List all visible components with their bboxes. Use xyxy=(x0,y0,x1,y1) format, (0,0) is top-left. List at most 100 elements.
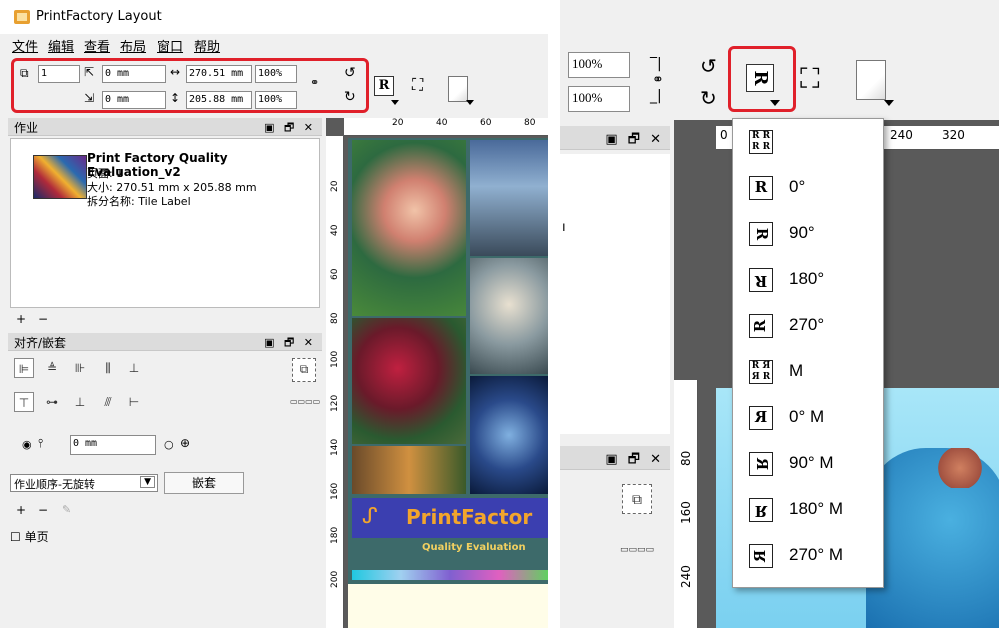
rotation-option-label: 90° xyxy=(789,223,815,242)
ruler-h-label: 60 xyxy=(480,118,492,128)
rotation-auto-icon: R RR R xyxy=(749,130,773,154)
rotation-dropdown-caret[interactable] xyxy=(770,100,780,106)
image-tile-fruit xyxy=(352,318,466,444)
align-remove-button[interactable]: − xyxy=(38,503,48,517)
ruler-vertical-zoomed: 80 160 240 xyxy=(674,380,698,628)
ruler-v-label: 160 xyxy=(330,482,340,500)
rotation-option-label: 0° M xyxy=(789,407,825,426)
rotate-ccw-icon[interactable]: ↺ xyxy=(700,54,717,78)
distribute-v-icon[interactable]: ⫻ xyxy=(98,392,118,412)
image-coral xyxy=(930,448,990,488)
color-strip xyxy=(352,570,548,580)
scale-width-field-zoomed[interactable]: 100% xyxy=(568,52,630,78)
rotate-270-icon: R xyxy=(749,314,773,338)
page-dropdown-caret[interactable] xyxy=(466,100,474,105)
gap-radio-selected[interactable]: ◉ xyxy=(22,438,32,451)
nest-group-icon[interactable]: ⧉ xyxy=(622,484,652,514)
rotation-option-label: 270° xyxy=(789,315,825,334)
ruler-v-label: 140 xyxy=(330,438,340,456)
page-dropdown-caret[interactable] xyxy=(884,100,894,106)
align-bottom-icon[interactable]: ⊥ xyxy=(70,392,90,412)
app-icon xyxy=(14,10,30,24)
menu-layout[interactable]: 布局 xyxy=(120,36,146,55)
align-top-icon[interactable]: ⊤ xyxy=(14,392,34,412)
image-tile-geyser xyxy=(470,140,548,256)
align-center-v-icon[interactable]: ⊶ xyxy=(42,392,62,412)
ruler-v-label: 120 xyxy=(330,394,340,412)
job-remove-button[interactable]: − xyxy=(38,312,48,326)
single-page-checkbox[interactable]: ☐ 单页 xyxy=(10,528,49,545)
brand-tagline-bar: Quality Evaluation xyxy=(352,538,548,564)
nest-group-icon[interactable]: ⧉ xyxy=(292,358,316,382)
panel-window-icons[interactable]: ▣ 🗗 ✕ xyxy=(605,130,664,152)
align-panel-header-partial: ▣ 🗗 ✕ xyxy=(560,446,670,470)
nest-button[interactable]: 嵌套 xyxy=(164,472,244,494)
gap-radio-unselected[interactable]: ○ xyxy=(164,438,174,451)
menu-view[interactable]: 查看 xyxy=(84,36,110,55)
job-list: Print Factory Quality Evaluation_v2 页面: … xyxy=(10,138,320,308)
fit-to-page-icon[interactable]: ⛶ xyxy=(412,77,423,93)
menu-edit[interactable]: 编辑 xyxy=(48,36,74,55)
rotate-90-icon: R xyxy=(749,222,773,246)
rotation-option-mirror[interactable]: R ЯЯ R M xyxy=(733,349,883,395)
left-screenshot: PrintFactory Layout 文件 编辑 查看 布局 窗口 帮助 ⧉ … xyxy=(0,0,548,628)
gap-field[interactable]: 0 mm xyxy=(70,435,156,455)
chevron-down-icon[interactable]: ▼ xyxy=(140,476,155,488)
rotation-option-90[interactable]: R 90° xyxy=(733,211,883,257)
rotate-0-icon: R xyxy=(749,176,773,200)
print-page[interactable]: ᔑ PrintFactor Quality Evaluation xyxy=(348,138,548,628)
menu-help[interactable]: 帮助 xyxy=(194,36,220,55)
ruler-v-label: 80 xyxy=(679,450,693,466)
link-top-bracket-icon: ‾| xyxy=(650,56,662,72)
rotation-button[interactable]: R xyxy=(374,76,394,96)
image-tile-hair xyxy=(470,258,548,374)
page-bottom-margin xyxy=(348,584,548,628)
panel-window-icons[interactable]: ▣ 🗗 ✕ xyxy=(264,334,316,353)
panel-window-icons[interactable]: ▣ 🗗 ✕ xyxy=(264,119,316,138)
menu-window[interactable]: 窗口 xyxy=(157,36,183,55)
align-center-h-icon[interactable]: ≜ xyxy=(42,358,62,378)
rotation-option-90-mirror[interactable]: R 90° M xyxy=(733,441,883,487)
rotation-dropdown-caret[interactable] xyxy=(391,100,399,105)
rotate-180-icon: R xyxy=(749,268,773,292)
job-thumbnail[interactable] xyxy=(33,155,87,199)
fit-to-page-icon[interactable]: ⛶ xyxy=(800,62,820,96)
align-panel-header: 对齐/嵌套 ▣ 🗗 ✕ xyxy=(8,333,322,351)
scale-height-field-zoomed[interactable]: 100% xyxy=(568,86,630,112)
rotation-option-label: 180° xyxy=(789,269,825,288)
rotation-option-180-mirror[interactable]: R 180° M xyxy=(733,487,883,533)
rotate-cw-icon[interactable]: ↻ xyxy=(700,86,717,110)
align-top-right-icon[interactable]: ⊢ xyxy=(124,392,144,412)
rotation-option-180[interactable]: R 180° xyxy=(733,257,883,303)
ruler-v-label: 40 xyxy=(330,224,340,236)
rotation-option-270-mirror[interactable]: R 270° M xyxy=(733,533,883,579)
toolbar: ⧉ 1 ⇱ 0 mm ⇲ 0 mm ↔ 270.51 mm ↕ 205.88 m… xyxy=(0,54,548,116)
rotation-button-zoomed[interactable]: R xyxy=(746,64,774,92)
menu-file[interactable]: 文件 xyxy=(12,36,38,55)
ruler-h-label: 20 xyxy=(392,118,404,128)
spacing-dots-icon[interactable]: ▭▭▭▭ xyxy=(290,392,320,412)
distribute-h-icon[interactable]: ⫼ xyxy=(98,358,118,378)
rotation-option-0[interactable]: R 0° xyxy=(733,165,883,211)
job-list-fragment: ı xyxy=(562,220,566,235)
align-bottom-left-icon[interactable]: ⊥ xyxy=(124,358,144,378)
ruler-v-label: 200 xyxy=(330,570,340,588)
rotation-option-auto[interactable]: R RR R xyxy=(733,119,883,165)
page-icon[interactable] xyxy=(448,76,468,102)
rotation-option-label: 270° M xyxy=(789,545,844,564)
align-right-icon[interactable]: ⊪ xyxy=(70,358,90,378)
ruler-h-label: 80 xyxy=(524,118,536,128)
rotation-option-0-mirror[interactable]: R 0° M xyxy=(733,395,883,441)
job-add-button[interactable]: + xyxy=(16,312,26,326)
edit-pencil-icon[interactable]: ✎ xyxy=(62,503,71,516)
page-icon[interactable] xyxy=(856,60,886,100)
align-add-button[interactable]: + xyxy=(16,503,26,517)
link-proportion-icon[interactable]: ⚭ xyxy=(652,72,664,88)
toolbar-highlight-box xyxy=(11,58,369,113)
align-left-icon[interactable]: ⊫ xyxy=(14,358,34,378)
panel-window-icons[interactable]: ▣ 🗗 ✕ xyxy=(605,450,664,472)
spacing-dots-icon[interactable]: ▭▭▭▭ xyxy=(618,540,656,560)
rotation-option-270[interactable]: R 270° xyxy=(733,303,883,349)
ruler-v-label: 180 xyxy=(330,526,340,544)
order-select[interactable]: 作业顺序-无旋转 ▼ xyxy=(10,474,158,492)
